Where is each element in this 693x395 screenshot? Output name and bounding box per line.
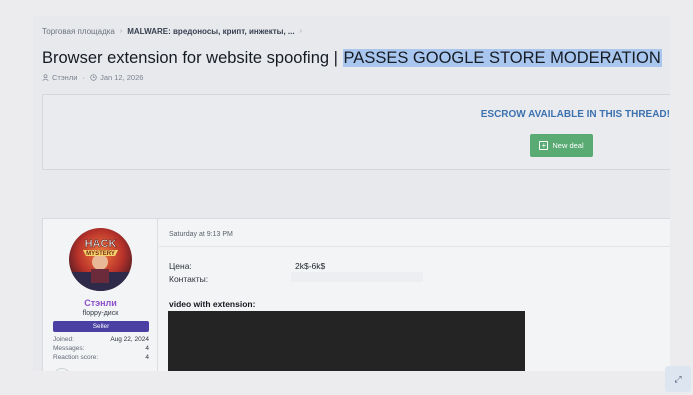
chevron-right-icon: › (299, 28, 302, 35)
title-text: Browser extension for website spoofing | (42, 49, 343, 67)
expand-icon[interactable]: ⤢ (665, 366, 691, 392)
contacts-label: Контакты: (169, 274, 209, 284)
breadcrumb: Торговая площадка › MALWARE: вредоносы, … (42, 27, 302, 36)
thread-author[interactable]: Стэнли (52, 73, 77, 82)
video-label: video with extension: (169, 299, 256, 309)
new-deal-button[interactable]: + New deal (530, 134, 593, 157)
page-title: Browser extension for website spoofing |… (42, 49, 662, 68)
user-icon (42, 74, 49, 81)
price-value: 2k$-6k$ (295, 261, 326, 271)
escrow-notice: ESCROW AVAILABLE IN THIS THREAD! (480, 109, 670, 120)
svg-text:MYSTERY: MYSTERY (86, 251, 115, 257)
stat-value: 4 (145, 354, 149, 361)
stat-reactions: Reaction score: 4 (53, 354, 149, 361)
svg-text:HACK: HACK (85, 238, 117, 250)
stat-label: Reaction score: (53, 354, 99, 361)
clock-icon (90, 74, 97, 81)
new-deal-label: New deal (552, 141, 584, 150)
thread-date[interactable]: Jan 12, 2026 (100, 73, 143, 82)
post: MYSTERY HACK Стэнли floppy-диск Seller J… (42, 218, 670, 371)
avatar[interactable]: MYSTERY HACK (69, 228, 132, 291)
post-user-title: floppy-диск (82, 310, 119, 317)
contacts-value (291, 272, 423, 282)
escrow-panel: ESCROW AVAILABLE IN THIS THREAD! + New d… (42, 94, 670, 170)
stat-messages: Messages: 4 (53, 345, 149, 352)
stat-value: 4 (145, 345, 149, 352)
title-highlight: PASSES GOOGLE STORE MODERATION (342, 49, 662, 67)
breadcrumb-item-marketplace[interactable]: Торговая площадка (42, 27, 115, 36)
post-username[interactable]: Стэнли (43, 298, 158, 308)
seller-badge: Seller (53, 321, 149, 332)
video-player[interactable] (168, 311, 525, 371)
stat-joined: Joined: Aug 22, 2024 (53, 336, 149, 343)
post-user-panel: MYSTERY HACK Стэнли floppy-диск Seller J… (43, 219, 158, 371)
thread-page: Торговая площадка › MALWARE: вредоносы, … (33, 16, 670, 371)
thread-meta: Стэнли · Jan 12, 2026 (42, 73, 143, 82)
stat-value: Aug 22, 2024 (110, 336, 149, 343)
stat-label: Joined: (53, 336, 74, 343)
chevron-right-icon: › (119, 28, 123, 35)
price-label: Цена: (169, 261, 192, 271)
trophy-icon (53, 368, 71, 371)
plus-square-icon: + (539, 141, 549, 150)
divider (159, 246, 670, 247)
stat-label: Messages: (53, 345, 85, 352)
post-date[interactable]: Saturday at 9:13 PM (169, 231, 233, 238)
meta-separator: · (80, 73, 88, 82)
breadcrumb-item-malware[interactable]: MALWARE: вредоносы, крипт, инжекты, ... (127, 27, 294, 36)
